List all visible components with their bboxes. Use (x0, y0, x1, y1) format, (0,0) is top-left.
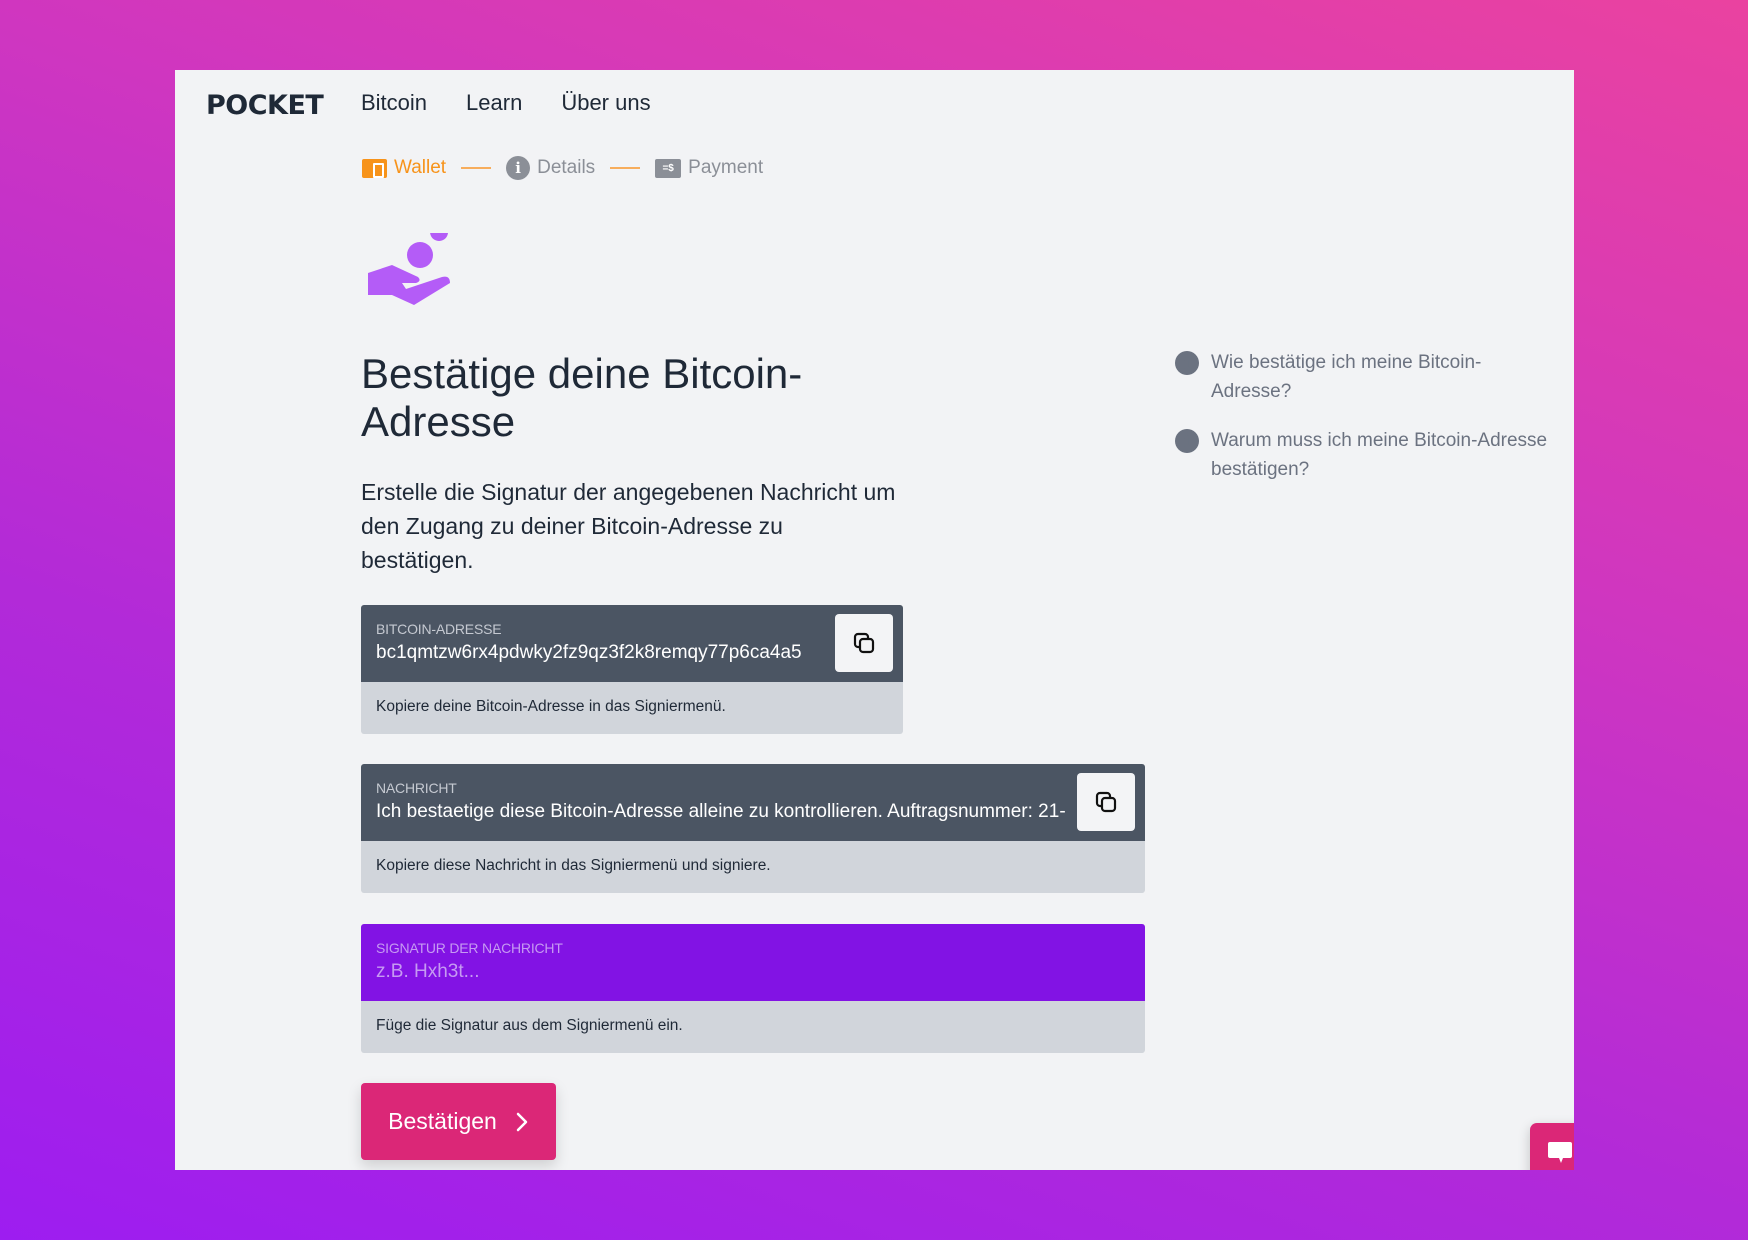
bitcoin-address-value[interactable]: bc1qmtzw6rx4pdwky2fz9qz3f2k8remqy77p6ca4… (376, 642, 821, 664)
app-window: POCKET Bitcoin Learn Über uns Wallet i D… (175, 70, 1574, 1170)
message-hint: Kopiere diese Nachricht in das Signierme… (361, 841, 1145, 893)
signature-box: Signatur der Nachricht (361, 924, 1145, 1001)
info-icon: i (506, 156, 531, 180)
step-connector (610, 167, 641, 169)
nav-ueber-uns[interactable]: Über uns (561, 90, 650, 116)
chat-bubble-icon (1548, 1142, 1572, 1163)
checkout-stepper: Wallet i Details =$ Payment (362, 156, 763, 180)
faq-sidebar: i Wie bestätige ich meine Bitcoin-Adress… (1175, 348, 1555, 504)
copy-address-button[interactable] (835, 614, 893, 672)
faq-item-label: Warum muss ich meine Bitcoin-Adresse bes… (1211, 430, 1548, 480)
confirm-button[interactable]: Bestätigen (361, 1083, 556, 1160)
faq-item-how-to-confirm[interactable]: i Wie bestätige ich meine Bitcoin-Adress… (1175, 348, 1555, 406)
confirm-button-label: Bestätigen (388, 1108, 497, 1134)
hand-coin-icon (368, 233, 450, 305)
step-payment-label: Payment (688, 157, 764, 178)
nav-bitcoin[interactable]: Bitcoin (361, 90, 427, 116)
message-field: Nachricht Ich bestaetige diese Bitcoin-A… (361, 764, 1145, 893)
message-label: Nachricht (376, 780, 457, 796)
wallet-icon (362, 158, 387, 178)
step-wallet-label: Wallet (394, 157, 447, 178)
step-connector (461, 167, 492, 169)
signature-label: Signatur der Nachricht (376, 940, 563, 956)
payment-icon: =$ (655, 158, 682, 178)
message-value[interactable]: Ich bestaetige diese Bitcoin-Adresse all… (376, 801, 1068, 823)
page-description: Erstelle die Signatur der angegebenen Na… (361, 479, 896, 573)
step-payment[interactable]: =$ Payment (655, 157, 763, 179)
info-icon: i (1175, 429, 1199, 453)
chat-widget-button[interactable] (1530, 1123, 1574, 1170)
main-nav: Bitcoin Learn Über uns (361, 90, 651, 116)
step-details-label: Details (537, 157, 596, 178)
signature-hint: Füge die Signatur aus dem Signiermenü ei… (361, 1001, 1145, 1053)
chevron-right-icon (516, 1112, 528, 1131)
step-wallet[interactable]: Wallet (362, 157, 446, 179)
info-icon: i (1175, 351, 1199, 375)
pocket-logo[interactable]: POCKET (206, 90, 324, 121)
bitcoin-address-field: Bitcoin-Adresse bc1qmtzw6rx4pdwky2fz9qz3… (361, 605, 903, 734)
faq-item-why-confirm[interactable]: i Warum muss ich meine Bitcoin-Adresse b… (1175, 426, 1555, 484)
bitcoin-address-hint: Kopiere deine Bitcoin-Adresse in das Sig… (361, 682, 903, 734)
page-title: Bestätige deine Bitcoin-Adresse (361, 350, 803, 445)
faq-item-label: Wie bestätige ich meine Bitcoin-Adresse? (1211, 352, 1482, 402)
step-details[interactable]: i Details (506, 156, 595, 180)
bitcoin-address-box: Bitcoin-Adresse bc1qmtzw6rx4pdwky2fz9qz3… (361, 605, 903, 682)
nav-learn[interactable]: Learn (466, 90, 522, 116)
copy-message-button[interactable] (1077, 773, 1135, 831)
copy-icon (853, 632, 875, 654)
message-box: Nachricht Ich bestaetige diese Bitcoin-A… (361, 764, 1145, 841)
bitcoin-address-label: Bitcoin-Adresse (376, 621, 502, 637)
signature-input[interactable] (376, 961, 1130, 983)
copy-icon (1095, 791, 1117, 813)
signature-field: Signatur der Nachricht Füge die Signatur… (361, 924, 1145, 1053)
